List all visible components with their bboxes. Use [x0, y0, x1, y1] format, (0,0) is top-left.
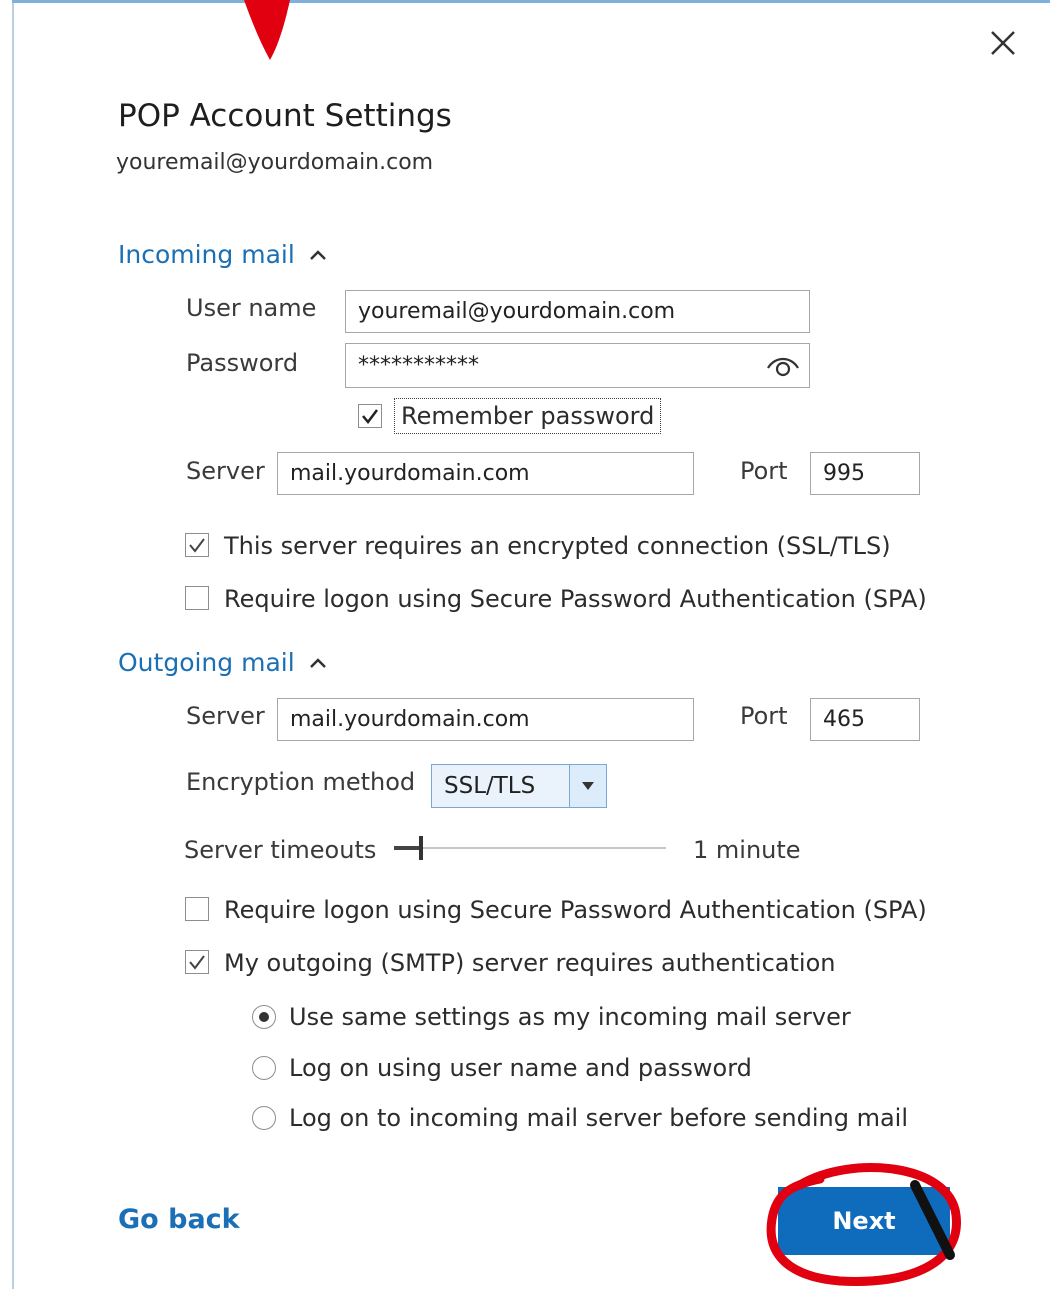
check-icon	[362, 409, 378, 425]
outgoing-server-label: Server	[186, 702, 265, 730]
auth-option-before-send-label: Log on to incoming mail server before se…	[289, 1104, 909, 1132]
incoming-mail-label: Incoming mail	[118, 240, 295, 269]
server-timeouts-fill	[394, 846, 422, 850]
eye-icon[interactable]	[765, 352, 801, 380]
encryption-method-label: Encryption method	[186, 768, 416, 796]
outgoing-mail-label: Outgoing mail	[118, 648, 295, 677]
password-value: ***********	[358, 353, 479, 378]
incoming-server-input[interactable]: mail.yourdomain.com	[277, 452, 694, 495]
incoming-spa-checkbox[interactable]	[185, 586, 209, 610]
chevron-up-icon	[309, 657, 326, 668]
encryption-method-value: SSL/TLS	[444, 773, 536, 799]
incoming-port-input[interactable]: 995	[810, 452, 920, 495]
outgoing-mail-toggle[interactable]: Outgoing mail	[118, 648, 327, 677]
outgoing-server-input[interactable]: mail.yourdomain.com	[277, 698, 694, 741]
incoming-port-value: 995	[823, 461, 865, 486]
check-icon	[189, 955, 205, 970]
incoming-port-label: Port	[740, 457, 788, 485]
password-label: Password	[186, 349, 299, 377]
server-timeouts-label: Server timeouts	[184, 836, 377, 864]
caret-down-icon	[582, 782, 594, 790]
incoming-spa-label: Require logon using Secure Password Auth…	[224, 585, 927, 613]
username-value: youremail@yourdomain.com	[358, 299, 676, 324]
radio-selected-dot	[259, 1012, 269, 1022]
server-timeouts-slider-thumb[interactable]	[419, 836, 423, 860]
incoming-ssl-label: This server requires an encrypted connec…	[224, 532, 891, 560]
smtp-auth-label: My outgoing (SMTP) server requires authe…	[224, 949, 836, 977]
remember-password-label[interactable]: Remember password	[394, 398, 662, 434]
annotation-circle	[766, 1163, 961, 1286]
go-back-link[interactable]: Go back	[118, 1204, 240, 1235]
outgoing-port-input[interactable]: 465	[810, 698, 920, 741]
encryption-method-select[interactable]: SSL/TLS	[431, 764, 607, 808]
outgoing-spa-label: Require logon using Secure Password Auth…	[224, 896, 927, 924]
incoming-ssl-checkbox[interactable]	[185, 533, 209, 557]
chevron-up-icon	[309, 249, 326, 260]
outgoing-server-value: mail.yourdomain.com	[290, 707, 530, 732]
password-input[interactable]: ***********	[345, 343, 810, 388]
dialog-title: POP Account Settings	[118, 98, 452, 134]
incoming-server-label: Server	[186, 457, 265, 485]
dialog-top-border	[12, 0, 1050, 3]
outgoing-port-label: Port	[740, 702, 788, 730]
outgoing-port-value: 465	[823, 707, 865, 732]
incoming-server-value: mail.yourdomain.com	[290, 461, 530, 486]
username-input[interactable]: youremail@yourdomain.com	[345, 290, 810, 333]
auth-option-username-radio[interactable]	[252, 1056, 276, 1080]
annotation-mark	[244, 0, 290, 60]
check-icon	[189, 538, 205, 553]
outgoing-spa-checkbox[interactable]	[185, 897, 209, 921]
auth-option-username-label: Log on using user name and password	[289, 1054, 752, 1082]
close-button[interactable]	[982, 22, 1024, 64]
auth-option-before-send-radio[interactable]	[252, 1106, 276, 1130]
server-timeouts-value: 1 minute	[693, 836, 801, 864]
close-icon	[991, 31, 1015, 55]
dropdown-arrow[interactable]	[569, 765, 606, 807]
remember-password-checkbox[interactable]	[358, 404, 382, 428]
smtp-auth-checkbox[interactable]	[185, 950, 209, 974]
account-email: youremail@yourdomain.com	[116, 150, 434, 175]
server-timeouts-track[interactable]	[400, 847, 666, 849]
auth-option-same-radio[interactable]	[252, 1005, 276, 1029]
username-label: User name	[186, 294, 317, 322]
incoming-mail-toggle[interactable]: Incoming mail	[118, 240, 327, 269]
auth-option-same-label: Use same settings as my incoming mail se…	[289, 1003, 851, 1031]
dialog-border	[12, 0, 14, 1289]
